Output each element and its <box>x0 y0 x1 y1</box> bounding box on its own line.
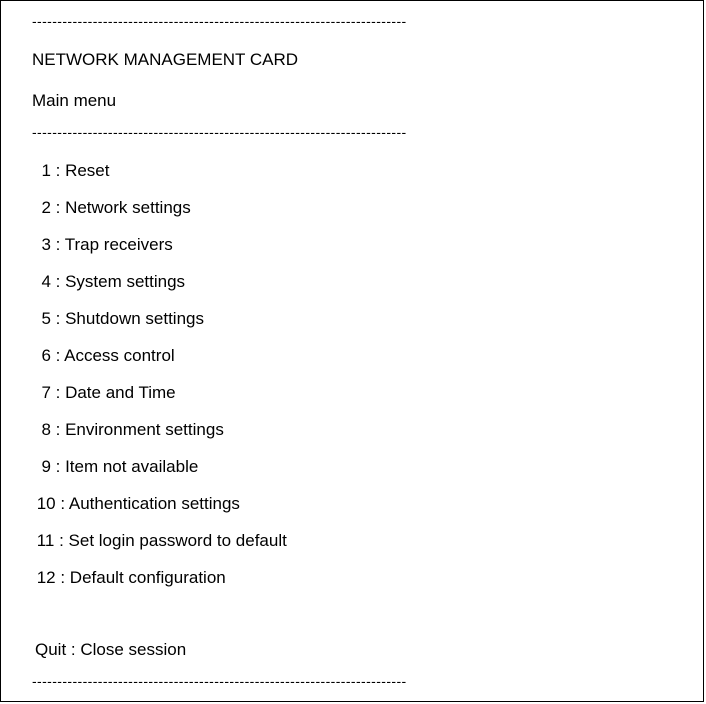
menu-item-access-control[interactable]: 6 : Access control <box>32 346 174 366</box>
terminal-frame: ----------------------------------------… <box>0 0 704 702</box>
menu-item-system-settings[interactable]: 4 : System settings <box>32 272 185 292</box>
separator-top: ----------------------------------------… <box>32 13 407 29</box>
page-title: NETWORK MANAGEMENT CARD <box>32 50 299 69</box>
menu-item-shutdown-settings[interactable]: 5 : Shutdown settings <box>32 309 204 329</box>
menu-item-default-password[interactable]: 11 : Set login password to default <box>32 531 287 551</box>
separator-bottom: ----------------------------------------… <box>32 673 407 689</box>
menu-item-environment-settings[interactable]: 8 : Environment settings <box>32 420 223 440</box>
separator-header: ----------------------------------------… <box>32 124 407 140</box>
menu-item-default-configuration[interactable]: 12 : Default configuration <box>32 568 226 588</box>
menu-item-quit[interactable]: Quit : Close session <box>35 640 186 660</box>
menu-item-trap-receivers[interactable]: 3 : Trap receivers <box>32 235 172 255</box>
menu-item-date-and-time[interactable]: 7 : Date and Time <box>32 383 175 403</box>
menu-item-authentication-settings[interactable]: 10 : Authentication settings <box>32 494 240 514</box>
menu-item-not-available[interactable]: 9 : Item not available <box>32 457 198 477</box>
menu-subtitle: Main menu <box>32 91 117 110</box>
menu-item-network-settings[interactable]: 2 : Network settings <box>32 198 190 218</box>
menu-item-reset[interactable]: 1 : Reset <box>32 161 109 181</box>
